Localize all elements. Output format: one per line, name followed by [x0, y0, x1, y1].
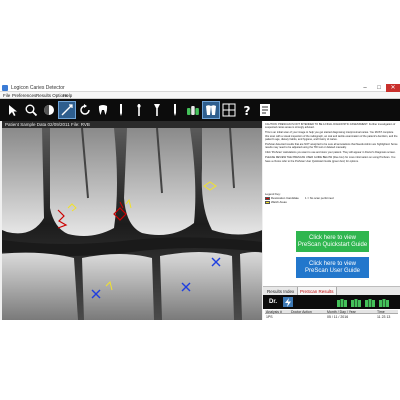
- tooth-icon[interactable]: [94, 101, 112, 119]
- teeth-icon[interactable]: [351, 297, 361, 307]
- rotate-icon[interactable]: [76, 101, 94, 119]
- menu-file[interactable]: File: [3, 92, 10, 99]
- title-bar: Logicon Caries Detector – □ ✕: [0, 84, 400, 92]
- table-cell: 11 23 13: [377, 314, 391, 319]
- image-header-text: Patient Sample Data 02/09/2011 File: RVB: [5, 122, 90, 127]
- teeth-icon[interactable]: [184, 101, 202, 119]
- close-button[interactable]: ✕: [386, 84, 400, 92]
- results-toolbar: Dr.: [263, 295, 400, 309]
- instructions-paragraph: PLEASE REVIEW THE PRESCAN USER GUIDE BEL…: [265, 156, 396, 163]
- radiograph-panel[interactable]: Patient Sample Data 02/09/2011 File: RVB: [2, 121, 262, 320]
- column-header[interactable]: Analysis #: [266, 310, 282, 314]
- instructions-paragraph: This is an initial scan of your image to…: [265, 131, 398, 142]
- caution-text: CAUTION: PRESCAN IS NOT INTENDED TO BE A…: [265, 123, 398, 165]
- svg-text:?: ?: [244, 104, 251, 117]
- arrow-icon[interactable]: [4, 101, 22, 119]
- lightning-icon[interactable]: [283, 297, 293, 307]
- grid-icon[interactable]: [220, 101, 238, 119]
- instrument-icon[interactable]: [130, 101, 148, 119]
- prescan-info-panel: CAUTION: PRESCAN IS NOT INTENDED TO BE A…: [263, 121, 400, 320]
- table-header: Analysis # Doctor Action Month / Day / Y…: [265, 310, 398, 314]
- brightness-icon[interactable]: [40, 101, 58, 119]
- quickstart-line2: PreScan Quickstart Guide: [297, 241, 368, 248]
- quickstart-guide-button[interactable]: Click here to view PreScan Quickstart Gu…: [296, 231, 369, 252]
- zoom-icon[interactable]: [22, 101, 40, 119]
- results-table: Analysis # Doctor Action Month / Day / Y…: [265, 310, 398, 320]
- userguide-line1: Click here to view: [308, 260, 356, 267]
- results-tabs: Results Index PreScan Results: [263, 286, 400, 296]
- image-header: Patient Sample Data 02/09/2011 File: RVB: [2, 121, 262, 128]
- xray-image[interactable]: [2, 128, 262, 320]
- user-guide-button[interactable]: Click here to view PreScan User Guide: [296, 257, 369, 278]
- menu-help[interactable]: Help: [63, 92, 72, 99]
- window-title: Logicon Caries Detector: [11, 85, 65, 91]
- app-icon: [2, 85, 8, 91]
- quickstart-line1: Click here to view: [308, 234, 356, 241]
- scaler-icon[interactable]: [166, 101, 184, 119]
- instructions-paragraph: Click 'PreScan' calculations you want to…: [265, 151, 396, 155]
- teeth-icon[interactable]: [337, 297, 347, 307]
- application-window: Logicon Caries Detector – □ ✕ File Prefe…: [0, 84, 400, 320]
- legend: Legend Key: Restoration Candidate 1 = No…: [265, 192, 398, 204]
- probe-icon[interactable]: [112, 101, 130, 119]
- teeth-icon[interactable]: [379, 297, 389, 307]
- userguide-line2: PreScan User Guide: [304, 267, 361, 274]
- table-cell: 05 / 11 / 2016: [327, 314, 349, 319]
- column-header[interactable]: Doctor Action: [291, 310, 312, 314]
- table-cell: 1PS: [266, 314, 273, 319]
- menu-preferences[interactable]: Preferences: [12, 92, 36, 99]
- column-header[interactable]: Month / Day / Year: [327, 310, 356, 314]
- column-header[interactable]: Time: [377, 310, 385, 314]
- teeth-icon[interactable]: [365, 297, 375, 307]
- select-icon[interactable]: [58, 101, 76, 119]
- minimize-button[interactable]: –: [358, 84, 372, 92]
- legend-label: Watch Areas: [271, 200, 287, 204]
- help-icon[interactable]: ?: [238, 101, 256, 119]
- caution-paragraph: CAUTION: PRESCAN IS NOT INTENDED TO BE A…: [265, 123, 396, 130]
- maximize-button[interactable]: □: [372, 84, 386, 92]
- legend-swatch-watch: [265, 200, 270, 204]
- doctor-button[interactable]: Dr.: [266, 297, 280, 307]
- toolbar: ?: [0, 99, 400, 121]
- tool-icon[interactable]: [148, 101, 166, 119]
- table-row[interactable]: 1PS 05 / 11 / 2016 11 23 13: [265, 315, 398, 319]
- instructions-paragraph: PreScan detected results that are NOT an…: [265, 143, 398, 150]
- menu-bar: File Preferences Results Options Help: [0, 92, 400, 99]
- tooth-compare-icon[interactable]: [202, 101, 220, 119]
- info-icon[interactable]: [256, 101, 274, 119]
